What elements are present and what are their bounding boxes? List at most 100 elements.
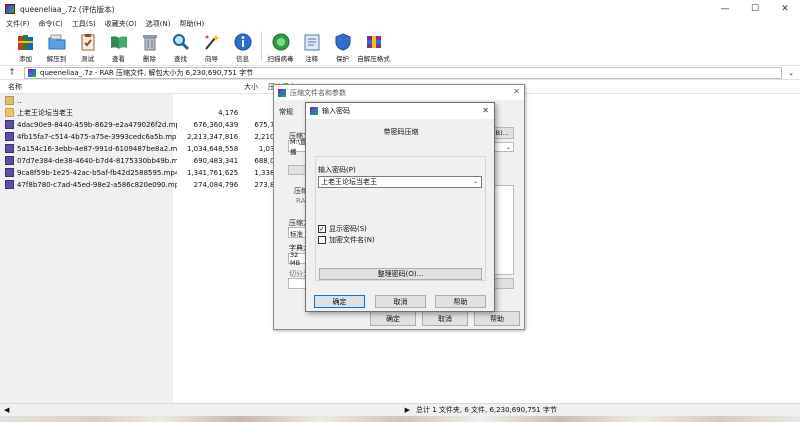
cancel-button[interactable]: 取消 (422, 311, 468, 326)
compression-method-value: 标准 (290, 229, 303, 238)
extract-folder-icon (46, 31, 68, 52)
up-arrow-icon[interactable]: ↑ (0, 68, 24, 78)
password-heading: 带密码压缩 (383, 128, 419, 136)
video-file-icon (5, 180, 14, 190)
add-label: 添加 (19, 55, 32, 63)
protect-button[interactable]: 保护 (327, 31, 358, 63)
column-header-size[interactable]: 大小 (200, 82, 258, 92)
encrypt-filenames-checkbox[interactable]: 加密文件名(N) (318, 235, 375, 245)
file-size: 1,341,761,625 (186, 168, 239, 177)
video-file-icon (5, 132, 14, 142)
split-volumes-input[interactable] (288, 278, 306, 289)
list-item-up[interactable]: .. (0, 95, 290, 107)
archive-icon (28, 68, 36, 77)
view-button[interactable]: 查看 (103, 31, 134, 63)
list-item[interactable]: 上老王论坛当老王 4,176 2,6 (0, 107, 290, 119)
video-file-icon (5, 120, 14, 130)
show-password-checkbox[interactable]: ✓ 显示密码(S) (318, 224, 367, 234)
password-dialog: 输入密码 ✕ 带密码压缩 输入密码(P) 上老王论坛当老王 ⌄ ✓ 显示密码(S… (305, 102, 495, 312)
close-button[interactable]: ✕ (770, 0, 800, 18)
add-books-icon (15, 31, 37, 52)
password-ok-button[interactable]: 确定 (314, 295, 365, 308)
status-text: 总计 1 文件夹, 6 文件, 6,230,690,751 字节 (416, 406, 557, 414)
archive-path-field[interactable]: queeneliaa_.7z - RAR 压缩文件, 解包大小为 6,230,6… (24, 66, 782, 79)
test-clipboard-icon (77, 31, 99, 52)
window-title: queeneliaa_.7z (评估版本) (20, 4, 115, 14)
list-item[interactable]: 4fb15fa7-c514-4b75-a75e-3993cedc6a5b.mp.… (0, 131, 290, 143)
menu-favorites[interactable]: 收藏夹(O) (105, 19, 137, 29)
help-button[interactable]: 帮助 (474, 311, 520, 326)
video-file-icon (5, 156, 14, 166)
desktop-background-strip (0, 416, 800, 422)
cancel-label: 取消 (393, 297, 408, 306)
wizard-button[interactable]: 向导 (196, 31, 227, 63)
help-label: 帮助 (490, 314, 504, 323)
dictionary-size-select[interactable]: 32 MB (288, 251, 306, 267)
comment-button[interactable]: 注释 (296, 31, 327, 63)
file-name: 47f8b780-c7ad-45ed-98e2-a586c820e090.mp.… (17, 180, 178, 189)
toolbar-separator (261, 31, 262, 61)
address-bar: ↑ queeneliaa_.7z - RAR 压缩文件, 解包大小为 6,230… (0, 65, 800, 80)
folder-icon (5, 108, 14, 118)
checkbox-checked-icon: ✓ (318, 225, 326, 233)
extract-to-label: 解压到 (46, 55, 67, 63)
file-size: 4,176 (218, 108, 239, 117)
menu-file[interactable]: 文件(F) (6, 19, 30, 29)
find-magnifier-icon (170, 31, 192, 52)
list-item[interactable]: 9ca8f59b-1e25-42ac-b5af-fb42d2588595.mp4… (0, 167, 290, 179)
view-book-icon (108, 31, 130, 52)
password-cancel-button[interactable]: 取消 (375, 295, 426, 308)
video-file-icon (5, 168, 14, 178)
password-value: 上老王论坛当老王 (321, 178, 377, 186)
extract-to-button[interactable]: 解压到 (41, 31, 72, 63)
close-icon[interactable]: ✕ (513, 87, 520, 96)
close-icon[interactable]: ✕ (482, 106, 489, 115)
status-bar: ◀ ▶ 总计 1 文件夹, 6 文件, 6,230,690,751 字节 (0, 403, 800, 416)
encrypt-filenames-label: 加密文件名(N) (329, 236, 375, 244)
test-label: 测试 (81, 55, 94, 63)
list-item[interactable]: 07d7e384-de38-4640-b7d4-8175330bb49b.m..… (0, 155, 290, 167)
list-item[interactable]: 47f8b780-c7ad-45ed-98e2-a586c820e090.mp.… (0, 179, 290, 191)
menu-help[interactable]: 帮助(H) (179, 19, 204, 29)
minimize-button[interactable]: — (710, 0, 740, 18)
virus-scan-button[interactable]: 扫描病毒 (265, 31, 296, 63)
maximize-button[interactable]: ☐ (740, 0, 770, 18)
ok-label: 确定 (386, 314, 400, 323)
window-titlebar: queeneliaa_.7z (评估版本) — ☐ ✕ (0, 0, 800, 18)
file-size: 690,483,341 (193, 156, 239, 165)
ok-button[interactable]: 确定 (370, 311, 416, 326)
organize-passwords-label: 整理密码(O)... (377, 270, 424, 278)
delete-button[interactable]: 删除 (134, 31, 165, 63)
chevron-down-icon[interactable]: ⌄ (473, 178, 478, 185)
password-input[interactable]: 上老王论坛当老王 ⌄ (318, 176, 482, 188)
scroll-left-icon[interactable]: ◀ (4, 406, 9, 414)
protect-label: 保护 (336, 55, 349, 63)
password-help-button[interactable]: 帮助 (435, 295, 486, 308)
info-button[interactable]: 信息 (227, 31, 258, 63)
organize-passwords-button[interactable]: 整理密码(O)... (319, 268, 482, 280)
tab-general[interactable]: 常规 (279, 107, 293, 117)
compression-method-select[interactable]: 标准 (288, 227, 306, 238)
sfx-button[interactable]: 自解压格式 (357, 31, 390, 63)
view-label: 查看 (112, 55, 125, 63)
file-name: 9ca8f59b-1e25-42ac-b5af-fb42d2588595.mp4… (17, 168, 178, 177)
archive-path-input[interactable]: M:\直播 (288, 138, 307, 156)
path-dropdown-icon[interactable]: ⌄ (782, 69, 800, 77)
toolbar: 添加 解压到 测试 查看 删除 查找 向导 信息 扫描病毒 注释 保护 自解压格… (0, 30, 800, 64)
sfx-label: 自解压格式 (357, 55, 390, 63)
menu-commands[interactable]: 命令(C) (39, 19, 63, 29)
list-item[interactable]: 4dac90e9-8440-459b-8629-e2a479026f2d.mp.… (0, 119, 290, 131)
menu-tools[interactable]: 工具(S) (72, 19, 96, 29)
profiles-button[interactable] (288, 165, 306, 175)
rar-option-label[interactable]: RA (296, 197, 305, 205)
archive-path-text: queeneliaa_.7z - RAR 压缩文件, 解包大小为 6,230,6… (40, 68, 254, 77)
scroll-right-icon[interactable]: ▶ (405, 406, 410, 414)
test-button[interactable]: 测试 (72, 31, 103, 63)
horizontal-scrollbar[interactable]: ◀ ▶ (4, 406, 414, 415)
add-button[interactable]: 添加 (10, 31, 41, 63)
menu-options[interactable]: 选项(N) (146, 19, 171, 29)
file-size: 1,034,648,558 (186, 144, 239, 153)
find-button[interactable]: 查找 (165, 31, 196, 63)
column-header-name[interactable]: 名称 (0, 82, 200, 92)
list-item[interactable]: 5a154c16-3ebb-4e87-991d-6109487be8a2.m..… (0, 143, 290, 155)
